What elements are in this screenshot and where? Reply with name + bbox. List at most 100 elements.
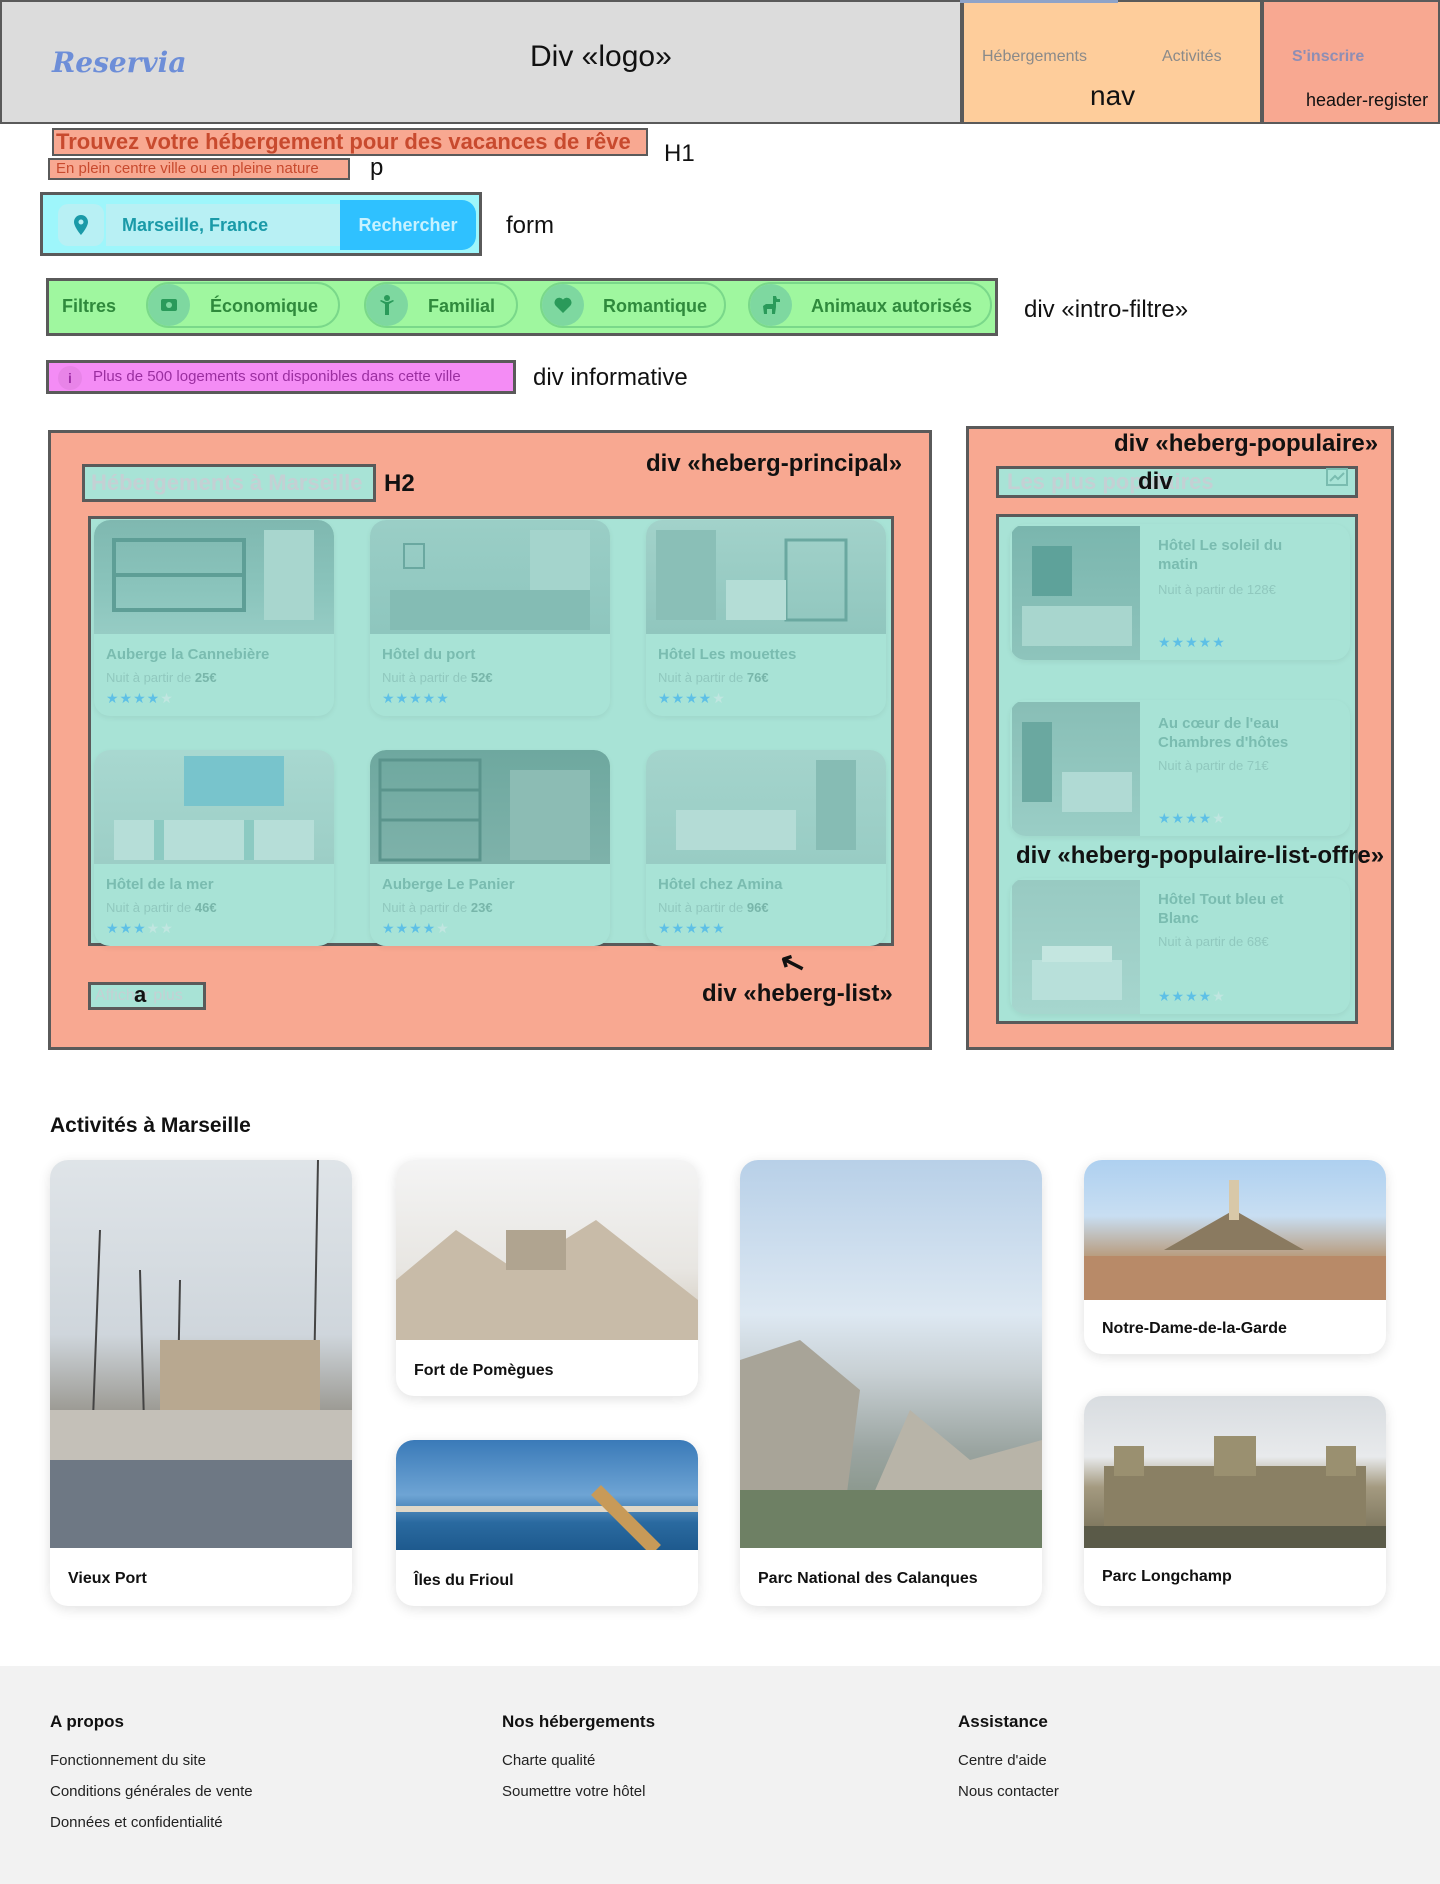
activity-name: Parc Longchamp — [1102, 1568, 1232, 1585]
page-subtitle: En plein centre ville ou en pleine natur… — [48, 158, 350, 180]
activity-card[interactable]: Notre-Dame-de-la-Garde — [1084, 1160, 1386, 1354]
location-pin-icon — [58, 204, 104, 246]
hotel-name: Hôtel Les mouettes — [658, 646, 797, 663]
hotel-price: Nuit à partir de 68€ — [1158, 934, 1269, 949]
logo-annotation: Div «logo» — [530, 40, 672, 73]
footer-column-title: Assistance — [958, 1712, 1048, 1731]
nav-link-hebergements[interactable]: Hébergements — [982, 48, 1087, 66]
rating-stars: ★★★★★ — [382, 690, 450, 706]
logo[interactable]: Reservia — [52, 46, 186, 79]
activity-photo — [50, 1160, 352, 1548]
hotel-photo — [1012, 880, 1140, 1014]
filter-label: Romantique — [603, 296, 708, 316]
activity-name: Notre-Dame-de-la-Garde — [1102, 1320, 1287, 1337]
hotel-card[interactable]: Auberge Le Panier Nuit à partir de 23€ ★… — [370, 750, 610, 946]
rating-stars: ★★★★★ — [658, 690, 726, 706]
filter-label: Animaux autorisés — [811, 296, 973, 316]
div-annotation: div — [1138, 468, 1173, 495]
footer-link[interactable]: Soumettre votre hôtel — [502, 1783, 645, 1800]
footer-link[interactable]: Charte qualité — [502, 1752, 595, 1769]
hotel-price: Nuit à partir de 71€ — [1158, 758, 1269, 773]
rating-stars: ★★★★★ — [1158, 988, 1226, 1004]
footer-link[interactable]: Conditions générales de vente — [50, 1783, 253, 1800]
hotel-name: Hôtel Le soleil du matin — [1158, 537, 1283, 573]
hotel-name: Auberge la Cannebière — [106, 646, 270, 663]
child-icon — [366, 284, 408, 326]
info-annotation: div informative — [533, 364, 688, 391]
hotel-price: Nuit à partir de 52€ — [382, 670, 493, 685]
hotel-name: Hôtel de la mer — [106, 876, 214, 893]
hotel-photo — [646, 520, 886, 634]
h2-annotation: H2 — [384, 470, 415, 497]
hotel-photo — [1012, 702, 1140, 836]
rating-stars: ★★★★★ — [106, 920, 174, 936]
filter-label: Économique — [210, 296, 319, 316]
h1-annotation: H1 — [664, 140, 695, 167]
activity-card[interactable]: Fort de Pomègues — [396, 1160, 698, 1396]
page-title: Trouvez votre hébergement pour des vacan… — [52, 128, 648, 156]
activity-card[interactable]: Vieux Port — [50, 1160, 352, 1606]
hotel-card[interactable]: Hôtel Les mouettes Nuit à partir de 76€ … — [646, 520, 886, 716]
hotel-name: Au cœur de l'eau Chambres d'hôtes — [1158, 715, 1289, 751]
hotel-name: Hôtel chez Amina — [658, 876, 783, 893]
activity-photo — [1084, 1396, 1386, 1548]
hotel-price: Nuit à partir de 25€ — [106, 670, 217, 685]
nav-top-line — [960, 0, 1118, 3]
rating-stars: ★★★★★ — [382, 920, 450, 936]
footer-link[interactable]: Nous contacter — [958, 1783, 1059, 1800]
activity-name: Parc National des Calanques — [758, 1570, 978, 1587]
hotel-price: Nuit à partir de 128€ — [1158, 582, 1276, 597]
trend-icon — [1326, 468, 1348, 491]
hotel-name: Hôtel du port — [382, 646, 476, 663]
rating-stars: ★★★★★ — [106, 690, 174, 706]
section-title: Hébergements à Marseille — [82, 464, 376, 502]
hotel-photo — [646, 750, 886, 864]
hotel-photo — [94, 520, 334, 634]
heberg-list-annotation: div «heberg-list» — [702, 980, 893, 1007]
hotel-card[interactable]: Hôtel du port Nuit à partir de 52€ ★★★★★ — [370, 520, 610, 716]
activity-photo — [1084, 1160, 1386, 1300]
filters-annotation: div «intro-filtre» — [1024, 296, 1189, 323]
activity-photo — [396, 1440, 698, 1555]
popular-card[interactable]: Hôtel Tout bleu et Blanc Nuit à partir d… — [1010, 878, 1350, 1014]
nav-link-activites[interactable]: Activités — [1162, 48, 1222, 66]
money-icon — [148, 284, 190, 326]
footer — [0, 1666, 1440, 1884]
heberg-populaire-list-annotation: div «heberg-populaire-list-offre» — [1016, 842, 1385, 869]
footer-link[interactable]: Centre d'aide — [958, 1752, 1047, 1769]
register-link[interactable]: S'inscrire — [1292, 48, 1364, 66]
hotel-price: Nuit à partir de 76€ — [658, 670, 769, 685]
activity-photo — [396, 1160, 698, 1340]
dog-icon — [750, 284, 792, 326]
hotel-photo — [94, 750, 334, 864]
popular-card[interactable]: Hôtel Le soleil du matin Nuit à partir d… — [1010, 524, 1350, 660]
nav-annotation: nav — [1090, 80, 1136, 111]
activity-name: Vieux Port — [68, 1570, 147, 1587]
popular-card[interactable]: Au cœur de l'eau Chambres d'hôtes Nuit à… — [1010, 700, 1350, 836]
info-text: Plus de 500 logements sont disponibles d… — [93, 368, 461, 385]
hotel-card[interactable]: Auberge la Cannebière Nuit à partir de 2… — [94, 520, 334, 716]
filter-label: Familial — [428, 296, 496, 316]
hotel-card[interactable]: Hôtel chez Amina Nuit à partir de 96€ ★★… — [646, 750, 886, 946]
activity-name: Îles du Frioul — [414, 1572, 514, 1589]
hotel-photo — [1012, 526, 1140, 660]
info-icon: i — [58, 366, 82, 390]
activity-card[interactable]: Îles du Frioul — [396, 1440, 698, 1606]
hotel-card[interactable]: Hôtel de la mer Nuit à partir de 46€ ★★★… — [94, 750, 334, 946]
heberg-principal-annotation: div «heberg-principal» — [646, 450, 903, 477]
hotel-photo — [370, 520, 610, 634]
activities-title: Activités à Marseille — [50, 1114, 251, 1137]
a-annotation: a — [134, 982, 147, 1007]
activity-card[interactable]: Parc National des Calanques — [740, 1160, 1042, 1606]
search-button[interactable]: Rechercher — [340, 200, 476, 250]
filters-label: Filtres — [62, 296, 117, 316]
search-input[interactable] — [106, 204, 340, 246]
popular-title: Les plus populaires — [996, 466, 1358, 498]
rating-stars: ★★★★★ — [1158, 634, 1226, 650]
footer-link[interactable]: Données et confidentialité — [50, 1814, 223, 1831]
rating-stars: ★★★★★ — [658, 920, 726, 936]
show-more-link[interactable]: Afficher plus — [88, 982, 206, 1010]
activity-card[interactable]: Parc Longchamp — [1084, 1396, 1386, 1606]
rating-stars: ★★★★★ — [1158, 810, 1226, 826]
footer-link[interactable]: Fonctionnement du site — [50, 1752, 206, 1769]
